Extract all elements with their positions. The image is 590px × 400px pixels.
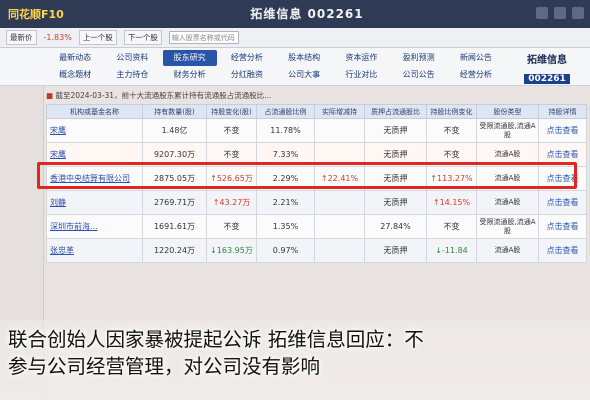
stock-name: 拓维信息 (527, 55, 567, 66)
news-caption: 联合创始人因家暴被提起公诉 拓维信息回应：不 参与公司经营管理，对公司没有影响 (8, 326, 588, 380)
table-cell: 不变 (206, 118, 257, 143)
holder-link[interactable]: 深圳市前海... (46, 214, 143, 239)
table-cell: 无质押 (364, 118, 427, 143)
highlight-box (37, 162, 577, 189)
stock-code: 002261 (524, 74, 570, 84)
app-brand: 同花顺F10 (8, 8, 64, 21)
table-cell: 不变 (206, 214, 257, 239)
nav-item[interactable]: 概念题材 (48, 67, 102, 83)
notice-text: ■ 截至2024-03-31，前十大流通股东累计持有流通股占流通股比... (46, 90, 586, 102)
column-header: 持股详情 (538, 104, 587, 119)
holder-link[interactable]: 宋鹰 (46, 118, 143, 143)
column-header: 持有数量(股) (142, 104, 207, 119)
table-cell (314, 238, 365, 263)
nav-item[interactable]: 主力持仓 (105, 67, 159, 83)
change-percent: -1.83% (43, 33, 72, 42)
column-header: 持股比例变化 (426, 104, 477, 119)
next-stock-button[interactable]: 下一个股 (123, 30, 162, 45)
table-cell: ↓163.95万 (206, 238, 257, 263)
table-cell: ↑14.15% (426, 190, 477, 215)
nav-item[interactable]: 股本结构 (277, 50, 331, 66)
table-body: 宋鹰 1.48亿 不变 11.78% 无质押 不变 受限流通股,流通A股 点击查看 宋鹰 9207… (46, 118, 587, 263)
nav-item[interactable]: 分红融资 (220, 67, 274, 83)
nav-item[interactable]: 盈利预测 (392, 50, 446, 66)
table-cell (314, 214, 365, 239)
holder-link[interactable]: 刘静 (46, 190, 143, 215)
window-title: 拓维信息 002261 (250, 7, 364, 21)
latest-price-label: 最新价 (6, 30, 37, 45)
column-header: 占流通股比例 (256, 104, 315, 119)
table-cell: 11.78% (256, 118, 315, 143)
detail-link[interactable]: 点击查看 (538, 214, 587, 239)
table-cell: 不变 (426, 214, 477, 239)
table-cell: 27.84% (364, 214, 427, 239)
column-header: 质押占流通股比 (364, 104, 427, 119)
table-cell (314, 190, 365, 215)
table-cell: 流通A股 (476, 238, 539, 263)
table-cell: 无质押 (364, 238, 427, 263)
nav-item[interactable]: 新闻公告 (449, 50, 503, 66)
nav-item[interactable]: 最新动态 (48, 50, 102, 66)
table-cell: 1.35% (256, 214, 315, 239)
nav-item[interactable]: 资本运作 (334, 50, 388, 66)
stock-identity: 拓维信息 002261 (508, 51, 586, 84)
table-cell (314, 118, 365, 143)
column-header: 股份类型 (476, 104, 539, 119)
nav-item[interactable]: 公司公告 (392, 67, 446, 83)
table-cell: 不变 (426, 118, 477, 143)
stock-header: 最新动态 公司资料 股东研究 经营分析 股本结构 资本运作 盈利预测 新闻公告 概念题材 主力持仓… (0, 48, 590, 86)
stock-search-input[interactable]: 输入股票名称或代码 (168, 31, 239, 44)
column-header: 实际增减持 (314, 104, 365, 119)
close-icon[interactable] (572, 7, 584, 19)
nav-item[interactable]: 股东研究 (162, 50, 217, 66)
detail-link[interactable]: 点击查看 (538, 238, 587, 263)
table-header-row: 机构或基金名称 持有数量(股) 持股变化(股) 占流通股比例 实际增减持 质押占流通股比持… (46, 104, 587, 119)
table-row: 张忠革 1220.24万 ↓163.95万 0.97% 无质押 ↓-11.84 流通A股 点击… (46, 238, 587, 263)
holder-link[interactable]: 张忠革 (46, 238, 143, 263)
nav-item[interactable]: 经营分析 (449, 67, 503, 83)
nav-item[interactable]: 财务分析 (163, 67, 217, 83)
table-cell: 受限流通股,流通A股 (476, 118, 539, 143)
nav-item[interactable]: 行业对比 (334, 67, 388, 83)
minimize-icon[interactable] (536, 7, 548, 19)
table-cell: 0.97% (256, 238, 315, 263)
app-title-bar: 同花顺F10 拓维信息 002261 (0, 0, 590, 28)
table-row: 刘静 2769.71万 ↑43.27万 2.21% 无质押 ↑14.15% 流通A股 点击查看 (46, 190, 587, 215)
table-cell: 1691.61万 (142, 214, 207, 239)
table-cell: 流通A股 (476, 190, 539, 215)
table-cell: ↓-11.84 (426, 238, 477, 263)
page: 同花顺F10 拓维信息 002261 最新价 -1.83% 上一个股 下一个股 … (0, 0, 590, 400)
table-row: 宋鹰 1.48亿 不变 11.78% 无质押 不变 受限流通股,流通A股 点击查看 (46, 118, 587, 143)
column-header: 持股变化(股) (206, 104, 257, 119)
column-header: 机构或基金名称 (46, 104, 143, 119)
table-cell: 2769.71万 (142, 190, 207, 215)
table-cell: 无质押 (364, 190, 427, 215)
nav-item[interactable]: 经营分析 (220, 50, 274, 66)
f10-nav: 最新动态 公司资料 股东研究 经营分析 股本结构 资本运作 盈利预测 新闻公告 概念题材 主力持仓… (48, 50, 503, 83)
table-cell: 1.48亿 (142, 118, 207, 143)
table-cell: 1220.24万 (142, 238, 207, 263)
nav-item[interactable]: 公司大事 (277, 67, 331, 83)
nav-item[interactable]: 公司资料 (105, 50, 159, 66)
caption-line-1: 联合创始人因家暴被提起公诉 拓维信息回应：不 (8, 328, 424, 351)
table-cell: 2.21% (256, 190, 315, 215)
detail-link[interactable]: 点击查看 (538, 190, 587, 215)
detail-link[interactable]: 点击查看 (538, 118, 587, 143)
window-controls (536, 7, 584, 19)
caption-line-2: 参与公司经营管理，对公司没有影响 (8, 355, 321, 378)
toolbar: 最新价 -1.83% 上一个股 下一个股 输入股票名称或代码 (0, 28, 590, 48)
maximize-icon[interactable] (554, 7, 566, 19)
table-row: 深圳市前海... 1691.61万 不变 1.35% 27.84% 不变 受限流通股,流通A… (46, 214, 587, 239)
prev-stock-button[interactable]: 上一个股 (78, 30, 117, 45)
table-cell: ↑43.27万 (206, 190, 257, 215)
notice-body: 截至2024-03-31，前十大流通股东累计持有流通股占流通股比... (55, 91, 272, 100)
table-cell: 受限流通股,流通A股 (476, 214, 539, 239)
